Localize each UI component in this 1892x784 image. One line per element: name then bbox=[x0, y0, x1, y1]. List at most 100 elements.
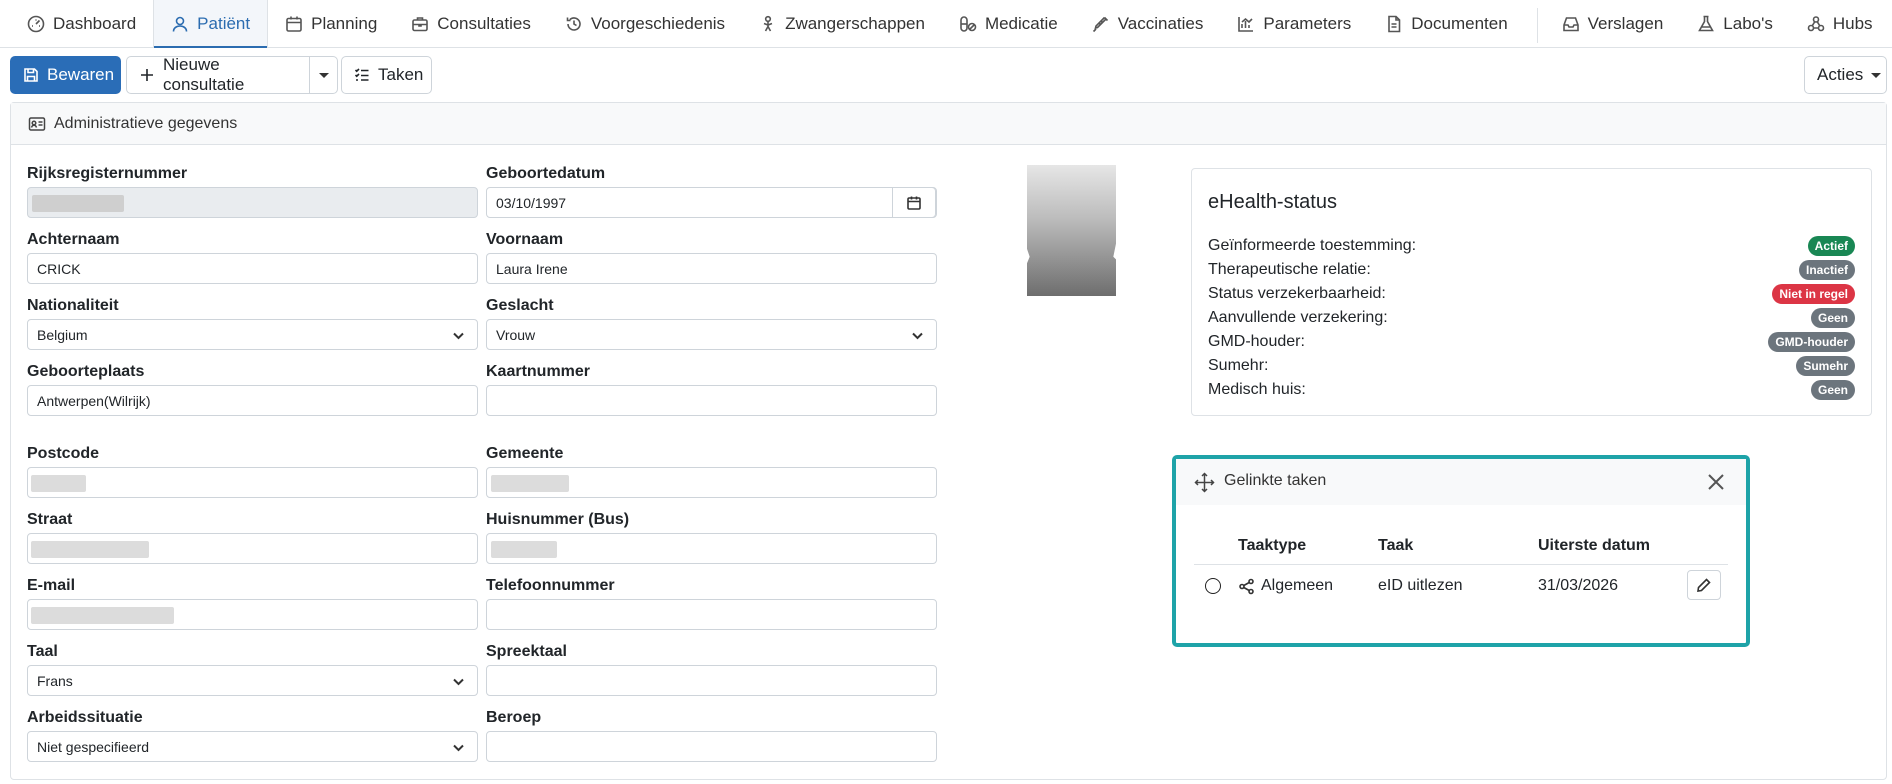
chevron-down-icon bbox=[453, 332, 464, 340]
redacted-value bbox=[32, 195, 124, 212]
tab-label: Patiënt bbox=[197, 13, 251, 33]
move-icon[interactable] bbox=[1194, 472, 1215, 493]
redacted-value bbox=[31, 607, 174, 624]
beroep-input[interactable] bbox=[486, 731, 937, 762]
geslacht-select[interactable]: Vrouw bbox=[486, 319, 937, 350]
new-consultation-button[interactable]: Nieuwe consultatie bbox=[126, 55, 310, 94]
tab-voorgeschiedenis[interactable]: Voorgeschiedenis bbox=[548, 0, 742, 47]
straat-input[interactable] bbox=[27, 533, 478, 564]
telefoon-input[interactable] bbox=[486, 599, 937, 630]
pills-icon bbox=[959, 15, 977, 33]
tab-label: Verslagen bbox=[1587, 13, 1664, 33]
new-consultation-label: Nieuwe consultatie bbox=[163, 55, 245, 94]
gemeente-label: Gemeente bbox=[486, 445, 564, 462]
tab-medicatie[interactable]: Medicatie bbox=[942, 0, 1075, 47]
actions-label: Acties bbox=[1817, 65, 1864, 84]
redacted-value bbox=[31, 475, 86, 492]
tab-labos[interactable]: Labo's bbox=[1680, 0, 1790, 47]
achternaam-input[interactable]: CRICK bbox=[27, 253, 478, 284]
new-consultation-dropdown[interactable] bbox=[309, 56, 338, 94]
caret-down-icon bbox=[318, 72, 329, 78]
flask-icon bbox=[1697, 15, 1715, 33]
postcode-label: Postcode bbox=[27, 445, 100, 462]
ehealth-row: Therapeutische relatie: Inactief bbox=[1208, 259, 1855, 281]
email-input[interactable] bbox=[27, 599, 478, 630]
edit-task-button[interactable] bbox=[1687, 570, 1721, 600]
tab-zwangerschappen[interactable]: Zwangerschappen bbox=[742, 0, 942, 47]
ehealth-row: Geïnformeerde toestemming: Actief bbox=[1208, 235, 1855, 257]
geboorteplaats-input[interactable]: Antwerpen(Wilrijk) bbox=[27, 385, 478, 416]
tab-label: Consultaties bbox=[437, 13, 531, 33]
column-header-taaktype[interactable]: Taaktype bbox=[1238, 537, 1306, 555]
telefoon-label: Telefoonnummer bbox=[486, 577, 615, 594]
geslacht-label: Geslacht bbox=[486, 297, 554, 314]
geboortedatum-input[interactable]: 03/10/1997 bbox=[486, 187, 937, 218]
ehealth-row: Aanvullende verzekering: Geen bbox=[1208, 307, 1855, 329]
spreektaal-input[interactable] bbox=[486, 665, 937, 696]
task-select-radio[interactable] bbox=[1205, 578, 1221, 594]
tab-dashboard[interactable]: Dashboard bbox=[0, 0, 153, 47]
id-card-icon bbox=[28, 115, 46, 133]
redacted-value bbox=[491, 541, 557, 558]
postcode-input[interactable] bbox=[27, 467, 478, 498]
ehealth-title: eHealth-status bbox=[1208, 191, 1337, 213]
save-button[interactable]: Bewaren bbox=[10, 56, 121, 94]
rijksregister-label: Rijksregisternummer bbox=[27, 165, 188, 182]
tab-label: Documenten bbox=[1411, 13, 1508, 33]
tab-label: Medicatie bbox=[984, 13, 1058, 33]
tab-label: Vaccinaties bbox=[1117, 13, 1204, 33]
status-badge: GMD-houder bbox=[1768, 332, 1855, 352]
ehealth-row: GMD-houder: GMD-houder bbox=[1208, 331, 1855, 353]
chevron-down-icon bbox=[453, 678, 464, 686]
tasks-button[interactable]: Taken bbox=[341, 56, 432, 94]
tab-documenten[interactable]: Documenten bbox=[1368, 0, 1524, 47]
ehealth-row-label: Aanvullende verzekering: bbox=[1208, 309, 1388, 326]
patient-photo[interactable] bbox=[1027, 165, 1116, 296]
tab-verslagen[interactable]: Verslagen bbox=[1550, 0, 1681, 47]
tab-label: Planning bbox=[311, 13, 378, 33]
voornaam-input[interactable]: Laura Irene bbox=[486, 253, 937, 284]
user-icon bbox=[171, 15, 189, 33]
gemeente-input[interactable] bbox=[486, 467, 937, 498]
tab-planning[interactable]: Planning bbox=[268, 0, 394, 47]
ehealth-row: Medisch huis: Geen bbox=[1208, 379, 1855, 401]
tab-patient[interactable]: Patiënt bbox=[153, 0, 269, 48]
linked-tasks-title: Gelinkte taken bbox=[1224, 472, 1327, 489]
chart-icon bbox=[1237, 15, 1255, 33]
column-header-uiterste-datum[interactable]: Uiterste datum bbox=[1538, 537, 1650, 555]
voornaam-label: Voornaam bbox=[486, 231, 564, 248]
status-badge: Geen bbox=[1810, 380, 1855, 400]
close-icon[interactable] bbox=[1706, 472, 1726, 492]
task-name-cell: eID uitlezen bbox=[1378, 577, 1463, 595]
status-badge: Actief bbox=[1807, 236, 1855, 256]
arbeidssituatie-select[interactable]: Niet gespecifieerd bbox=[27, 731, 478, 762]
tab-hubs[interactable]: Hubs bbox=[1790, 0, 1890, 47]
taal-select[interactable]: Frans bbox=[27, 665, 478, 696]
calendar-icon bbox=[906, 195, 922, 211]
rijksregister-input[interactable] bbox=[27, 187, 478, 218]
save-label: Bewaren bbox=[47, 65, 115, 84]
ehealth-row-label: GMD-houder: bbox=[1208, 333, 1305, 350]
share-icon bbox=[1239, 578, 1254, 594]
spreektaal-label: Spreektaal bbox=[486, 643, 567, 660]
kaartnummer-label: Kaartnummer bbox=[486, 363, 591, 380]
ehealth-row: Status verzekerbaarheid: Niet in regel bbox=[1208, 283, 1855, 305]
kaartnummer-input[interactable] bbox=[486, 385, 937, 416]
column-header-taak[interactable]: Taak bbox=[1378, 537, 1413, 555]
tab-vaccinaties[interactable]: Vaccinaties bbox=[1075, 0, 1221, 47]
tab-consultaties[interactable]: Consultaties bbox=[394, 0, 548, 47]
task-type-cell: Algemeen bbox=[1238, 577, 1333, 595]
date-picker-button[interactable] bbox=[892, 187, 936, 218]
calendar-icon bbox=[285, 15, 303, 33]
inbox-icon bbox=[1562, 15, 1580, 33]
actions-dropdown[interactable]: Acties bbox=[1804, 56, 1887, 94]
nationaliteit-select[interactable]: Belgium bbox=[27, 319, 478, 350]
tab-label: Hubs bbox=[1832, 13, 1873, 33]
ehealth-row-label: Status verzekerbaarheid: bbox=[1208, 285, 1386, 302]
huisnummer-input[interactable] bbox=[486, 533, 937, 564]
linked-tasks-panel: Gelinkte taken Taaktype Taak Uiterste da… bbox=[1172, 455, 1750, 647]
tab-label: Labo's bbox=[1723, 13, 1773, 33]
tab-parameters[interactable]: Parameters bbox=[1220, 0, 1368, 47]
briefcase-icon bbox=[411, 15, 429, 33]
top-navigation: Dashboard Patiënt Planning Consultaties … bbox=[0, 0, 1892, 48]
